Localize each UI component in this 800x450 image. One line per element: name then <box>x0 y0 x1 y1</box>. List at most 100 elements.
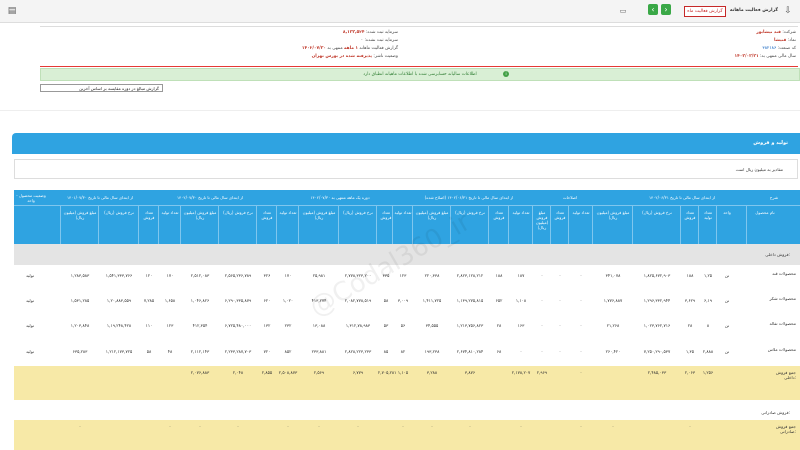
table-cell: ۱,۵۳۱,۲۸۵ <box>70 298 90 303</box>
report-type-badge[interactable]: گزارش فعالیت ماه <box>684 6 726 17</box>
table-cell: ۱,۶۵۸ <box>164 298 176 303</box>
table-cell: ۸۵۲ <box>284 349 292 354</box>
table-cell: ۶۵۲ <box>495 298 503 303</box>
page-title: گزارش فعالیت ماهانه <box>729 8 778 13</box>
table-cell: ۷۲۰ <box>263 349 271 354</box>
table-cell: ۱,۲۰۳,۸۴۸ <box>70 323 90 328</box>
chevron-right-icon[interactable]: › <box>661 4 671 15</box>
registered-capital: ۸,۱۳۳,۵۲۴ <box>342 30 365 35</box>
header-cell: شرح <box>769 195 779 200</box>
table-cell: ۴۱۲,۳۵۴ <box>192 323 208 328</box>
subtotal-cell: ۰ <box>579 370 583 375</box>
table-cell: ۱۷۰ <box>284 273 292 278</box>
column-divider <box>550 206 551 244</box>
download-icon[interactable]: ⇩ <box>782 5 794 17</box>
section-header: تولید و فروش <box>12 133 800 154</box>
column-divider <box>256 206 257 244</box>
header-cell: اصلاحات <box>562 195 578 200</box>
export-total-cell: ۰ <box>468 424 472 429</box>
subtotal-cell: ۲,۰۴۸ <box>232 370 244 375</box>
table-cell: ۲۱,۲۶۸ <box>606 323 620 328</box>
units-note: مقادیر به میلیون ریال است <box>14 159 798 179</box>
table-cell: ۰ <box>558 323 562 328</box>
subtotal-cell: ۲,۰۷۶,۸۸۳ <box>190 370 210 375</box>
table-cell: ۵۶ <box>400 323 406 328</box>
header-cell: از ابتدای سال مالی تا تاریخ ۱۴۰۲/۰۶/۳۱ <box>648 195 716 200</box>
table-cell: ۰ <box>579 349 583 354</box>
column-divider <box>632 206 633 244</box>
period-date: ۱۴۰۲/۰۷/۳۰ <box>301 46 326 51</box>
table-cell: ۱,۲۱۳,۷۵۶,۸۲۳ <box>456 323 484 328</box>
table-cell: ۰ <box>579 298 583 303</box>
table-cell: ۲۸ <box>496 323 502 328</box>
column-divider <box>532 206 533 244</box>
product-status: تولید <box>25 298 35 303</box>
table-cell: ۱,۲۱۲,۱۷۳,۷۲۵ <box>105 349 133 354</box>
table-cell: ۷,۲۸۵ <box>143 298 155 303</box>
table-cell: ۳۲۶ <box>263 273 271 278</box>
table-cell: ۲,۵۱۲,۰۸۳ <box>190 273 210 278</box>
table-cell: ۱,۰۴۶,۸۲۶ <box>190 298 210 303</box>
unregistered-capital: ۰ <box>360 38 364 43</box>
table-cell: ۱۲۰ <box>145 273 153 278</box>
sub-header-cell: تعداد فروش <box>554 210 566 220</box>
table-row[interactable]: محصولات ملاس تن ۲,۸۸۸ ۱,۳۵ ۷,۲۵۰,۲۹۰,۵۳۷ ۲۶۰,… <box>14 341 800 367</box>
table-cell: ۱,۸۲۵,۶۷۲,۹۰۳ <box>643 273 671 278</box>
table-cell: تن <box>724 323 730 328</box>
subtotal-cell: ۱,۱۰۵ <box>397 370 409 375</box>
sub-header-cell: تعداد تولید <box>279 210 297 215</box>
table-cell: ۰ <box>579 323 583 328</box>
sub-header-cell: مبلغ فروش (میلیون ریال) <box>63 210 97 220</box>
subtotal-row: جمع فروش داخلی: ۱,۲۵۶ ۲,۰۶۳ ۲,۴۸۵,۰۳۳ ۰ ۲,۹۶۹… <box>14 366 800 400</box>
subtotal-cell: ۲,۸۵۵ <box>261 370 273 375</box>
table-cell: ۲,۲۳۳,۲۸۷,۷۰۳ <box>224 349 252 354</box>
report-basis-select[interactable]: گزارش مبالغ در دوره مقایسه بر اساس آخرین <box>40 84 163 92</box>
table-cell: ۳,۰۰۹ <box>397 298 409 303</box>
table-cell: ۳۴۱,۰۷۸ <box>605 273 621 278</box>
chevron-left-icon[interactable]: ‹ <box>648 4 658 15</box>
subtotal-cell: ۲,۹۶۹ <box>536 370 548 375</box>
table-cell: ۱,۵۴۱,۳۳۳,۷۶۶ <box>105 273 133 278</box>
export-total-cell: ۰ <box>430 424 434 429</box>
table-cell: ۱۳۲ <box>263 323 271 328</box>
fiscal-year-end: ۱۴۰۳/۰۳/۳۱ <box>734 54 759 59</box>
table-cell: ۶,۲۹۰,۳۳۵,۸۷۹ <box>224 298 252 303</box>
header-cell: از ابتدای سال مالی تا تاریخ ۱۴۰۲/۰۶/۳۱ (… <box>424 195 514 200</box>
column-divider <box>508 206 509 244</box>
column-divider <box>60 206 61 244</box>
table-cell: ۰ <box>579 273 583 278</box>
table-cell: ۱,۱۹,۲۴۸,۴۲۸ <box>106 323 132 328</box>
export-total-cell: ۰ <box>579 424 583 429</box>
table-cell: ۲۸ <box>687 323 693 328</box>
export-total-cell: ۰ <box>401 424 405 429</box>
table-cell: ۵۸ <box>383 298 389 303</box>
sub-header-cell: تعداد تولید <box>572 210 590 215</box>
subtotal-cell: ۶,۷۷۹ <box>352 370 364 375</box>
print-icon[interactable]: ▭ <box>617 5 629 17</box>
table-row[interactable]: محصولات شکر تن ۶,۱۹ ۳,۶۲۹ ۱,۲۹۶,۳۳۲,۹۴۴ ۱,۷۷۶… <box>14 290 800 316</box>
table-cell: ۰ <box>558 273 562 278</box>
table-cell: ۵۸ <box>146 349 152 354</box>
table-cell: ۸۲ <box>400 349 406 354</box>
subtotal-cell: ۳,۸۷۶ <box>464 370 476 375</box>
header-cell: وضعیت محصول - واحد <box>16 193 46 203</box>
subtotal-cell: ۲,۱۷۸,۲۰۷ <box>511 370 531 375</box>
column-divider <box>158 206 159 244</box>
table-cell: ۰ <box>540 273 544 278</box>
table-cell: ۲۵,۹۸۱ <box>312 273 326 278</box>
table-cell: ۱,۱۰۸ <box>515 298 527 303</box>
sub-header-cell: تعداد فروش <box>493 210 505 220</box>
sub-header-cell: واحد <box>723 210 731 215</box>
table-cell: ۱۲۳ <box>166 323 174 328</box>
subtotal-cell: ۲,۵۶۹ <box>313 370 325 375</box>
table-cell: ۱,۰۲۰ <box>282 298 294 303</box>
export-total-cell: ۰ <box>356 424 360 429</box>
table-cell: ۰ <box>558 298 562 303</box>
sub-header-cell: مبلغ فروش (میلیون ریال) <box>596 210 630 220</box>
product-name: محصولات شکر <box>769 296 796 301</box>
doc-icon[interactable]: ▤ <box>6 5 18 17</box>
table-cell: ۴۸ <box>167 349 173 354</box>
sub-header-cell: تعداد فروش <box>684 210 696 220</box>
table-row[interactable]: محصولات تفاله تن ۸ ۲۸ ۱,۰۲۳,۷۶۲,۷۱۶ ۲۱,۲۶۸ ۰ ۰ ۰… <box>14 315 800 342</box>
audit-alert: اطلاعات سالیانه حسابرسی شده با اطلاعات م… <box>40 68 800 81</box>
